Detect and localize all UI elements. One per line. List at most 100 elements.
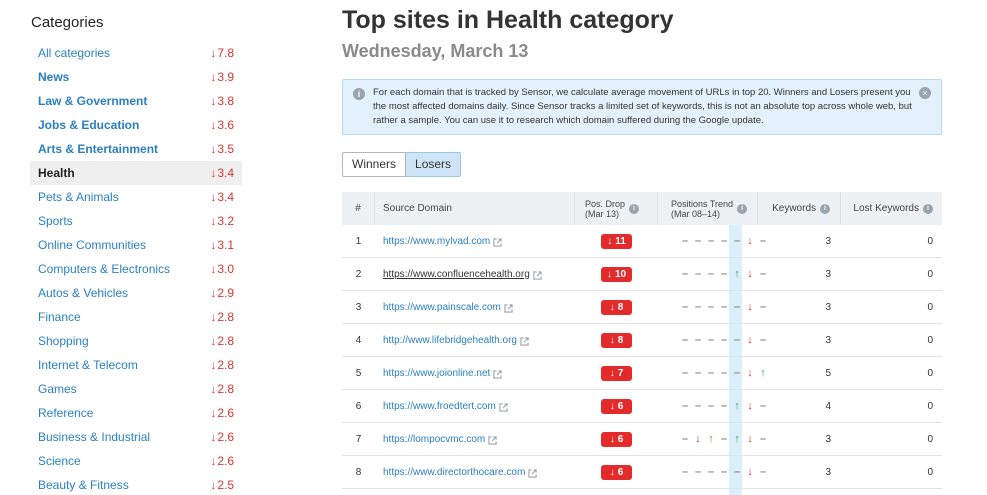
category-change-value: 3.1 bbox=[217, 238, 234, 252]
header-lost-label: Lost Keywords bbox=[853, 203, 919, 214]
lost-keywords-cell: 0 bbox=[927, 235, 933, 247]
sidebar-item[interactable]: Computers & Electronics ↓ 3.0 bbox=[30, 257, 242, 281]
lost-keywords-cell: 0 bbox=[927, 433, 933, 445]
no-change-icon: – bbox=[681, 366, 689, 379]
arrow-down-icon: ↓ bbox=[747, 300, 753, 313]
categories-sidebar: Categories All categories ↓ 7.8 News ↓ 3.9 Law… bbox=[30, 0, 243, 495]
pos-drop-value: 6 bbox=[617, 466, 624, 478]
header-keywords[interactable]: Keywords i bbox=[758, 192, 841, 225]
trend-cell: – – – – – ↓ – bbox=[658, 225, 766, 257]
external-link-icon[interactable] bbox=[533, 270, 542, 280]
domain-cell: http://www.lifebridgehealth.org bbox=[375, 324, 575, 356]
no-change-icon: – bbox=[694, 366, 702, 379]
sidebar-item[interactable]: Arts & Entertainment ↓ 3.5 bbox=[30, 137, 242, 161]
domain-link[interactable]: https://www.painscale.com bbox=[383, 302, 501, 313]
keywords-cell: 3 bbox=[825, 268, 831, 280]
sidebar-item[interactable]: Law & Government ↓ 3.8 bbox=[30, 89, 242, 113]
sidebar-item[interactable]: Internet & Telecom ↓ 2.8 bbox=[30, 353, 242, 377]
info-icon[interactable]: i bbox=[923, 203, 933, 214]
arrow-down-icon: ↓ bbox=[210, 334, 217, 348]
sidebar-item-label: News bbox=[38, 70, 70, 84]
domain-link[interactable]: https://www.mylvad.com bbox=[383, 236, 490, 247]
sidebar-item[interactable]: Science ↓ 2.6 bbox=[30, 449, 242, 473]
arrow-down-icon: ↓ bbox=[210, 118, 217, 132]
header-pos-drop-date: (Mar 13) bbox=[585, 208, 620, 219]
domain-link[interactable]: https://www.directorthocare.com bbox=[383, 467, 525, 478]
no-change-icon: – bbox=[694, 465, 702, 478]
sidebar-item[interactable]: Jobs & Education ↓ 3.6 bbox=[30, 113, 242, 137]
sidebar-item[interactable]: News ↓ 3.9 bbox=[30, 65, 242, 89]
external-link-icon[interactable] bbox=[493, 369, 502, 379]
no-change-icon: – bbox=[681, 300, 689, 313]
info-icon[interactable]: i bbox=[820, 203, 830, 214]
sidebar-item[interactable]: Shopping ↓ 2.8 bbox=[30, 329, 242, 353]
arrow-down-icon: ↓ bbox=[210, 478, 217, 492]
arrow-down-icon: ↓ bbox=[609, 433, 615, 445]
external-link-icon[interactable] bbox=[499, 402, 508, 412]
domain-link[interactable]: https://lompocvmc.com bbox=[383, 434, 485, 445]
no-change-icon: – bbox=[720, 300, 728, 313]
info-icon[interactable]: i bbox=[629, 203, 640, 214]
external-link-icon[interactable] bbox=[520, 336, 529, 346]
page-title: Top sites in Health category bbox=[342, 6, 674, 34]
sidebar-item[interactable]: Games ↓ 2.8 bbox=[30, 377, 242, 401]
trend-cell: – – – – ↑ ↓ – bbox=[658, 258, 766, 290]
losers-button[interactable]: Losers bbox=[406, 152, 462, 177]
header-pos-drop[interactable]: Pos. Drop (Mar 13) i bbox=[575, 192, 658, 225]
trend-cell: – – – – – ↓ – bbox=[658, 291, 766, 323]
info-banner: i For each domain that is tracked by Sen… bbox=[342, 79, 942, 135]
pos-drop-badge: ↓ 10 bbox=[601, 266, 632, 282]
arrow-down-icon: ↓ bbox=[607, 235, 613, 247]
category-change-value: 3.4 bbox=[217, 190, 234, 204]
pos-drop-value: 6 bbox=[617, 400, 624, 412]
arrow-down-icon: ↓ bbox=[210, 286, 217, 300]
sidebar-item-label: Online Communities bbox=[38, 238, 147, 252]
positions-trend: – – – – – ↓ – bbox=[671, 300, 768, 313]
sidebar-item[interactable]: Reference ↓ 2.6 bbox=[30, 401, 242, 425]
arrow-down-icon: ↓ bbox=[210, 46, 217, 60]
external-link-icon[interactable] bbox=[504, 303, 513, 313]
external-link-icon[interactable] bbox=[488, 435, 497, 445]
category-change-value: 3.5 bbox=[217, 142, 234, 156]
category-change-value: 2.8 bbox=[217, 382, 234, 396]
pos-drop-value: 11 bbox=[615, 235, 626, 247]
sidebar-item-label: All categories bbox=[38, 46, 111, 60]
domain-link[interactable]: http://www.lifebridgehealth.org bbox=[383, 335, 517, 346]
category-change: ↓ 2.8 bbox=[210, 334, 234, 348]
pos-drop-value: 7 bbox=[617, 367, 624, 379]
category-list: All categories ↓ 7.8 News ↓ 3.9 Law & Governme… bbox=[30, 41, 242, 495]
category-change-value: 3.8 bbox=[217, 94, 234, 108]
external-link-icon[interactable] bbox=[493, 237, 502, 247]
positions-trend: – – – – – ↓ – bbox=[671, 235, 768, 247]
winners-button[interactable]: Winners bbox=[342, 152, 407, 177]
arrow-down-icon: ↓ bbox=[210, 430, 217, 444]
pos-drop-badge: ↓ 6 bbox=[601, 464, 632, 480]
category-change-value: 3.2 bbox=[217, 214, 234, 228]
sidebar-item[interactable]: Health ↓ 3.4 bbox=[30, 161, 242, 185]
sidebar-item[interactable]: All categories ↓ 7.8 bbox=[30, 41, 242, 65]
sidebar-item[interactable]: Sports ↓ 3.2 bbox=[30, 209, 242, 233]
domain-link[interactable]: https://www.froedtert.com bbox=[383, 401, 496, 412]
close-icon[interactable]: × bbox=[919, 87, 931, 99]
external-link-icon[interactable] bbox=[528, 468, 537, 478]
sidebar-item[interactable]: Beauty & Fitness ↓ 2.5 bbox=[30, 473, 242, 495]
sidebar-item[interactable]: Autos & Vehicles ↓ 2.9 bbox=[30, 281, 242, 305]
sidebar-item[interactable]: Finance ↓ 2.8 bbox=[30, 305, 242, 329]
domain-link[interactable]: https://www.confluencehealth.org bbox=[383, 269, 530, 280]
pos-drop-cell: ↓ 8 bbox=[575, 291, 658, 323]
arrow-down-icon: ↓ bbox=[210, 142, 217, 156]
pos-drop-cell: ↓ 11 bbox=[575, 225, 658, 257]
sidebar-item[interactable]: Pets & Animals ↓ 3.4 bbox=[30, 185, 242, 209]
header-lost-keywords[interactable]: Lost Keywords i bbox=[841, 192, 942, 225]
domain-link[interactable]: https://www.joionline.net bbox=[383, 368, 490, 379]
row-number: 8 bbox=[355, 466, 362, 478]
arrow-down-icon: ↓ bbox=[210, 358, 217, 372]
info-icon[interactable]: i bbox=[737, 203, 748, 214]
category-change: ↓ 3.6 bbox=[210, 118, 234, 132]
category-change: ↓ 2.9 bbox=[210, 286, 234, 300]
no-change-icon: – bbox=[681, 399, 689, 412]
table-row: 1 https://www.mylvad.com ↓ 11– – – – – ↓ –3 0 bbox=[342, 225, 942, 258]
category-change: ↓ 2.5 bbox=[210, 478, 234, 492]
sidebar-item[interactable]: Business & Industrial ↓ 2.6 bbox=[30, 425, 242, 449]
sidebar-item[interactable]: Online Communities ↓ 3.1 bbox=[30, 233, 242, 257]
